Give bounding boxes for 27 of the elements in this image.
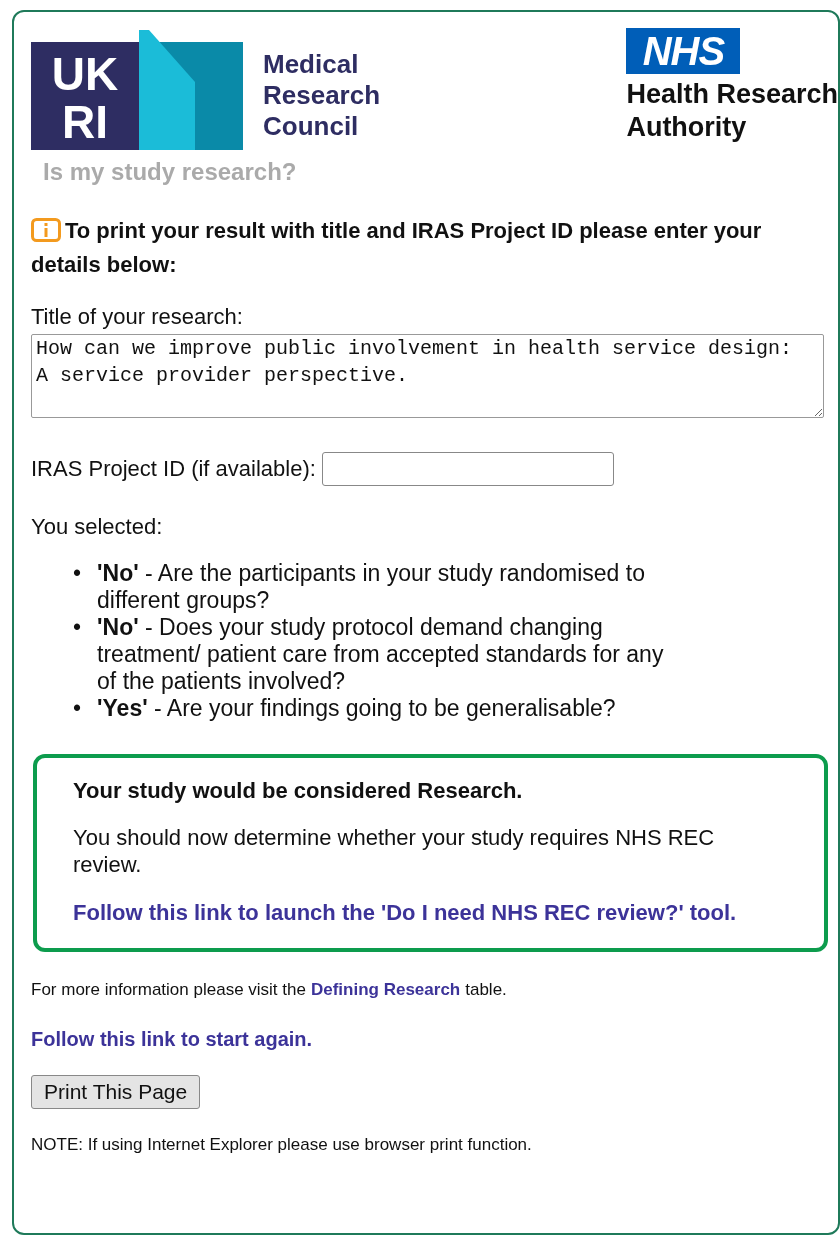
nhs-logo: NHS xyxy=(626,28,741,74)
selection-label: You selected: xyxy=(31,514,164,540)
info-text: For more information please visit the xyxy=(31,980,306,1000)
bullet: • xyxy=(73,560,82,588)
info-icon xyxy=(31,218,61,242)
bullet: • xyxy=(73,614,82,642)
print-button[interactable]: Print This Page xyxy=(31,1075,201,1109)
authority-name: Health Research Authority xyxy=(626,78,838,144)
answer-text: 'Yes' - Are your findings going to be generalisable? xyxy=(97,695,616,722)
result-heading: Your study would be considered Research. xyxy=(73,778,524,804)
defining-research-link[interactable]: Defining Research xyxy=(310,980,461,1000)
ukri-logo: UK RI xyxy=(31,30,243,152)
council-name: Medical Research Council xyxy=(263,48,381,142)
field-label: IRAS Project ID (if available): xyxy=(31,456,316,482)
print-instructions: To print your result with title and IRAS Project ID please enter your details below: xyxy=(31,217,763,279)
tool-title: Is my study research? xyxy=(43,158,298,186)
answer-text: 'No' - Are the participants in your study randomised to different groups? xyxy=(97,560,646,614)
project-id-field[interactable] xyxy=(321,452,614,486)
start-again-link[interactable]: Follow this link to start again. xyxy=(31,1028,838,1051)
answer-text: 'No' - Does your study protocol demand changing treatment/ patient care from accepted standards for any of the patients involved? xyxy=(97,614,665,695)
result-text: You should now determine whether your study requires NHS REC review. xyxy=(73,824,716,878)
research-title-field[interactable]: How can we improve public involvement in health service design: A service provider perspective. xyxy=(31,334,824,418)
review-tool-link[interactable]: Follow this link to launch the 'Do I need NHS REC review?' tool. xyxy=(73,898,784,928)
info-text: table. xyxy=(465,980,507,1000)
bullet: • xyxy=(73,695,82,722)
browser-note: NOTE: If using Internet Explorer please use browser print function. xyxy=(31,1135,533,1155)
field-label: Title of your research: xyxy=(31,304,244,330)
